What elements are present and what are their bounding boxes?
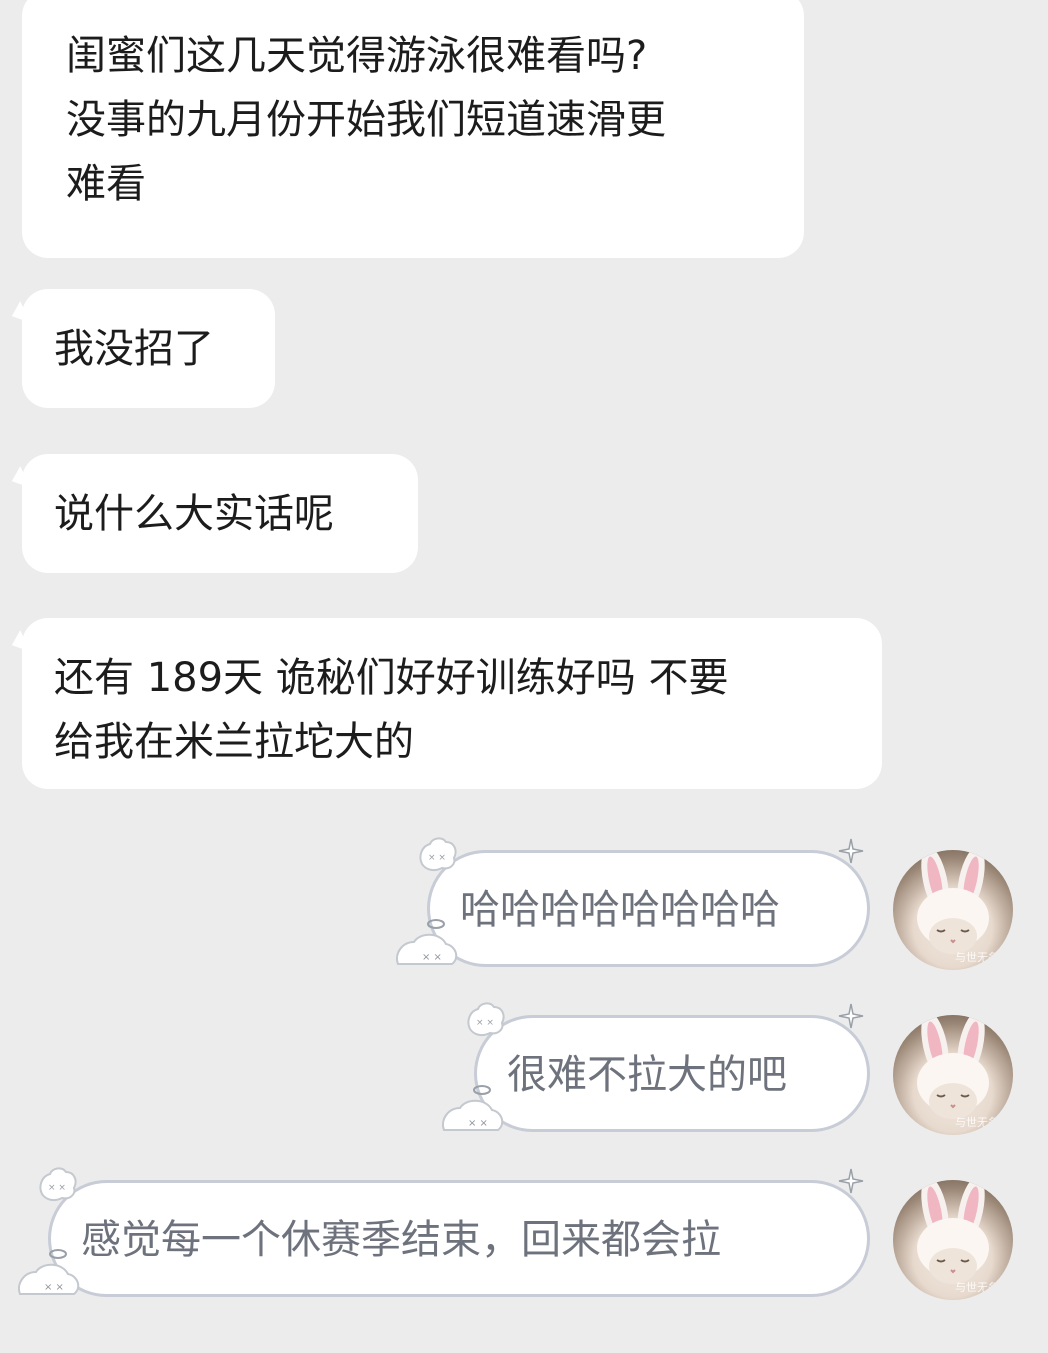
sparkle-icon <box>838 1168 864 1194</box>
message-line: 我没招了 <box>54 326 214 372</box>
bubble-tail <box>7 301 31 329</box>
message-bubble-left[interactable]: 我没招了 <box>7 289 275 408</box>
message-line: 给我在米兰拉坨大的 <box>54 719 414 765</box>
cloud-creature-icon: × × <box>396 919 458 965</box>
bubble-tail <box>7 630 31 658</box>
svg-text:× ×: × × <box>48 1183 66 1193</box>
cloud-creature-icon: × × <box>39 1167 77 1202</box>
svg-text:× ×: × × <box>468 1118 488 1129</box>
bunny-ear-cat-avatar-icon[interactable]: 与世无争 <box>893 1180 1013 1300</box>
message-bubble-left[interactable]: 还有 189天 诡秘们好好训练好吗 不要 给我在米兰拉坨大的 <box>7 618 882 789</box>
svg-text:× ×: × × <box>476 1018 494 1028</box>
avatar-watermark: 与世无争 <box>955 1281 999 1294</box>
bubble-tail <box>7 466 31 494</box>
avatar-watermark: 与世无争 <box>955 951 999 964</box>
cloud-creature-icon: × × <box>442 1085 504 1131</box>
sparkle-icon <box>838 838 864 864</box>
message-bubble-right[interactable]: 哈哈哈哈哈哈哈哈 <box>427 850 870 967</box>
message-line: 说什么大实话呢 <box>54 491 334 537</box>
message-line: 还有 189天 诡秘们好好训练好吗 不要 <box>54 655 729 701</box>
message-bubble-right[interactable]: 感觉每一个休赛季结束，回来都会拉 <box>48 1180 870 1297</box>
avatar-watermark: 与世无争 <box>955 1116 999 1129</box>
cloud-creature-icon: × × <box>419 837 457 872</box>
message-text: 哈哈哈哈哈哈哈哈 <box>460 887 780 933</box>
message-bubble-left[interactable]: 闺蜜们这几天觉得游泳很难看吗? 没事的九月份开始我们短道速滑更 难看 <box>22 0 804 258</box>
svg-text:× ×: × × <box>44 1282 64 1293</box>
cloud-creature-icon: × × <box>18 1249 80 1295</box>
sparkle-icon <box>838 1003 864 1029</box>
message-bubble-right[interactable]: 很难不拉大的吧 <box>474 1015 870 1132</box>
cloud-creature-icon: × × <box>467 1002 505 1037</box>
message-text: 感觉每一个休赛季结束，回来都会拉 <box>81 1217 721 1263</box>
svg-text:× ×: × × <box>428 853 446 863</box>
bunny-ear-cat-avatar-icon[interactable]: 与世无争 <box>893 850 1013 970</box>
svg-text:× ×: × × <box>422 952 442 963</box>
message-text: 很难不拉大的吧 <box>507 1052 787 1098</box>
message-line: 闺蜜们这几天觉得游泳很难看吗? <box>66 33 648 79</box>
message-bubble-left[interactable]: 说什么大实话呢 <box>7 454 418 573</box>
message-line: 难看 <box>66 161 146 207</box>
bunny-ear-cat-avatar-icon[interactable]: 与世无争 <box>893 1015 1013 1135</box>
message-line: 没事的九月份开始我们短道速滑更 <box>66 97 666 143</box>
